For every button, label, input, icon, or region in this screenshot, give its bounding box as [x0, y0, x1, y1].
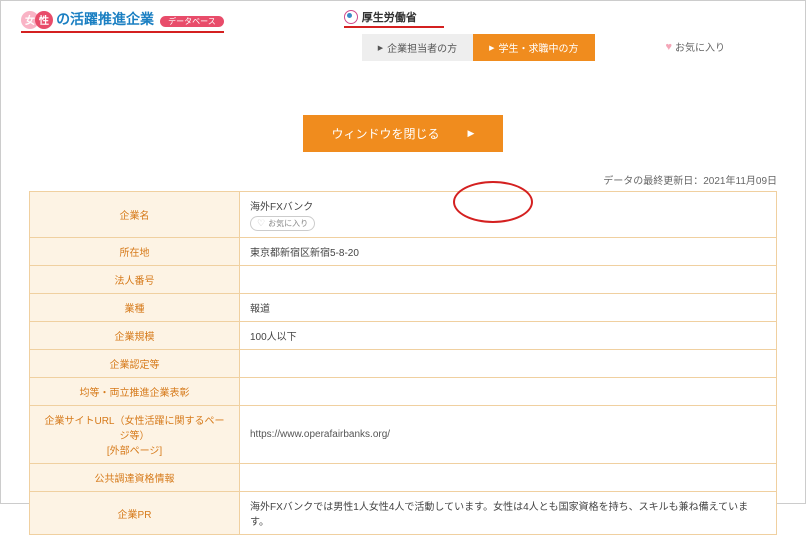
row-value-award — [240, 378, 777, 406]
fav-small-label: お気に入り — [268, 218, 308, 229]
mhlw-block: 厚生労働省 ▶ 企業担当者の方 ▶ 学生・求職中の方 — [344, 9, 595, 61]
row-label-award: 均等・両立推進企業表彰 — [30, 378, 240, 406]
row-value-pr: 海外FXバンクでは男性1人女性4人で活動しています。女性は4人とも国家資格を持ち… — [240, 492, 777, 535]
heart-icon: ♥ — [665, 41, 672, 53]
favorites-link[interactable]: ♥ お気に入り — [665, 39, 725, 54]
row-label-corpnum: 法人番号 — [30, 266, 240, 294]
row-value-url: https://www.operafairbanks.org/ — [240, 406, 777, 464]
company-url-link[interactable]: https://www.operafairbanks.org/ — [250, 429, 390, 440]
close-window-button[interactable]: ウィンドウを閉じる ▶ — [303, 115, 503, 152]
last-update: データの最終更新日：2021年11月09日 — [1, 172, 805, 187]
row-value-proc — [240, 464, 777, 492]
row-label-cert: 企業認定等 — [30, 350, 240, 378]
row-label-name: 企業名 — [30, 192, 240, 238]
logo-text: の活躍推進企業 — [56, 11, 154, 27]
row-label-size: 企業規模 — [30, 322, 240, 350]
add-favorite-button[interactable]: ♡ お気に入り — [250, 216, 315, 231]
row-value-industry: 報道 — [240, 294, 777, 322]
favorites-label: お気に入り — [675, 39, 725, 54]
mhlw-icon — [344, 10, 358, 24]
nav-student[interactable]: ▶ 学生・求職中の方 — [473, 34, 594, 61]
nav-student-label: 学生・求職中の方 — [499, 40, 579, 55]
logo-circle-2: 性 — [35, 11, 53, 29]
row-value-loc: 東京都新宿区新宿5-8-20 — [240, 238, 777, 266]
row-label-url: 企業サイトURL（女性活躍に関するページ等） [外部ページ] — [30, 406, 240, 464]
site-logo[interactable]: 女 性 の活躍推進企業 データベース — [21, 9, 224, 33]
row-value-size: 100人以下 — [240, 322, 777, 350]
triangle-icon: ▶ — [489, 44, 494, 52]
nav-corporate-label: 企業担当者の方 — [387, 40, 457, 55]
close-label: ウィンドウを閉じる — [332, 125, 440, 142]
nav-corporate[interactable]: ▶ 企業担当者の方 — [362, 34, 473, 61]
row-label-pr: 企業PR — [30, 492, 240, 535]
company-name: 海外FXバンク — [250, 198, 766, 213]
mhlw-text: 厚生労働省 — [362, 9, 417, 25]
row-value-name: 海外FXバンク ♡ お気に入り — [240, 192, 777, 238]
row-value-cert — [240, 350, 777, 378]
heart-outline-icon: ♡ — [257, 218, 265, 229]
row-label-industry: 業種 — [30, 294, 240, 322]
company-table: 企業名 海外FXバンク ♡ お気に入り 所在地 東京都新宿区新宿5-8-20 法… — [29, 191, 777, 535]
row-label-loc: 所在地 — [30, 238, 240, 266]
triangle-icon: ▶ — [378, 44, 383, 52]
logo-pill: データベース — [160, 16, 224, 27]
arrow-icon: ▶ — [468, 128, 475, 139]
row-label-proc: 公共調達資格情報 — [30, 464, 240, 492]
row-value-corpnum — [240, 266, 777, 294]
